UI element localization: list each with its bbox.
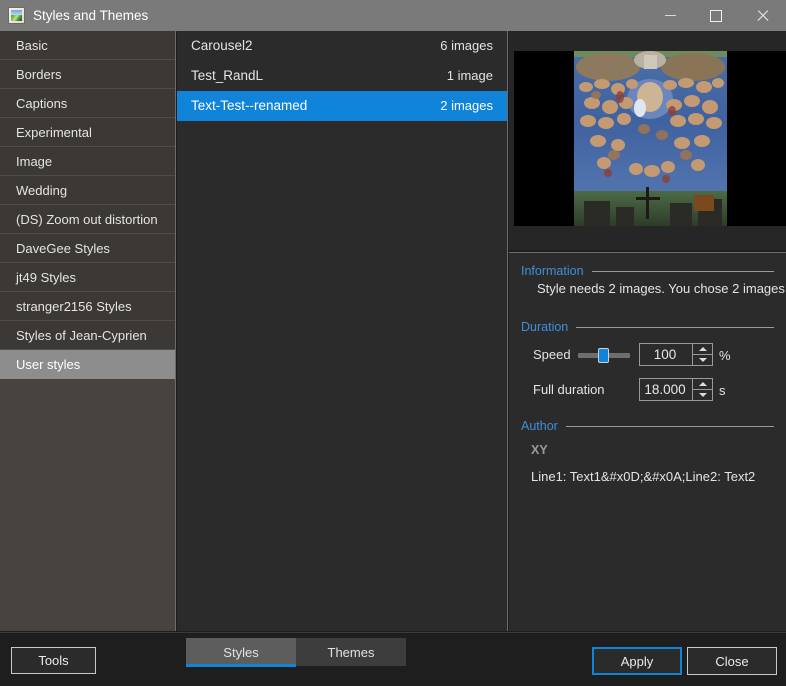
- style-name: Test_RandL: [191, 68, 264, 83]
- chevron-up-icon: [698, 382, 707, 386]
- author-title: Author: [521, 419, 558, 433]
- full-duration-stepper[interactable]: [692, 379, 712, 400]
- sidebar-item-label: DaveGee Styles: [16, 241, 110, 256]
- speed-increment-button[interactable]: [693, 344, 712, 355]
- footer-bar: Tools Styles Themes Apply Close: [0, 632, 786, 686]
- sidebar-item-label: Wedding: [16, 183, 68, 198]
- full-duration-spinbox[interactable]: 18.000: [639, 378, 713, 401]
- preview-image: [574, 51, 727, 226]
- maximize-icon: [710, 9, 722, 22]
- category-sidebar: Basic Borders Captions Experimental Imag…: [0, 31, 176, 631]
- sidebar-item-borders[interactable]: Borders: [0, 60, 175, 89]
- sidebar-item-basic[interactable]: Basic: [0, 31, 175, 60]
- style-name: Carousel2: [191, 38, 253, 53]
- speed-unit: %: [719, 348, 731, 363]
- close-button[interactable]: Close: [687, 647, 777, 675]
- tab-styles[interactable]: Styles: [186, 638, 296, 666]
- tools-button[interactable]: Tools: [11, 647, 96, 674]
- style-image-count: 1 image: [446, 68, 493, 83]
- duration-title: Duration: [521, 320, 569, 334]
- sidebar-item-label: User styles: [16, 357, 81, 372]
- view-tabs: Styles Themes: [186, 638, 506, 667]
- styles-and-themes-window: Styles and Themes Basic Borders Captions…: [0, 0, 786, 686]
- sidebar-item-label: (DS) Zoom out distortion: [16, 212, 158, 227]
- full-duration-increment-button[interactable]: [693, 379, 712, 390]
- sidebar-item-image[interactable]: Image: [0, 147, 175, 176]
- sidebar-item-label: Experimental: [16, 125, 92, 140]
- maximize-button[interactable]: [693, 0, 739, 31]
- sidebar-item-jt49-styles[interactable]: jt49 Styles: [0, 263, 175, 292]
- apply-button[interactable]: Apply: [592, 647, 682, 675]
- tab-styles-label: Styles: [223, 644, 259, 660]
- sidebar-item-experimental[interactable]: Experimental: [0, 118, 175, 147]
- tab-themes[interactable]: Themes: [296, 638, 406, 666]
- author-name: XY: [531, 443, 548, 457]
- sidebar-item-user-styles[interactable]: User styles: [0, 350, 175, 379]
- chevron-down-icon: [698, 358, 707, 362]
- sidebar-item-label: Captions: [16, 96, 68, 111]
- speed-spinbox[interactable]: 100: [639, 343, 713, 366]
- section-rule: [591, 270, 774, 272]
- sidebar-item-label: jt49 Styles: [16, 270, 76, 285]
- sidebar-item-label: stranger2156 Styles: [16, 299, 132, 314]
- minimize-button[interactable]: [647, 0, 693, 31]
- minimize-icon: [664, 15, 676, 16]
- author-description: Line1: Text1&#x0D;&#x0A;Line2: Text2: [531, 469, 756, 484]
- full-duration-label: Full duration: [533, 382, 605, 397]
- active-tab-indicator: [186, 664, 296, 667]
- close-button-label: Close: [715, 653, 749, 669]
- section-rule: [565, 425, 774, 427]
- sidebar-item-label: Image: [16, 154, 53, 169]
- fresco-artwork-icon: [574, 51, 727, 226]
- window-title: Styles and Themes: [33, 8, 149, 23]
- preview-canvas: [514, 51, 786, 226]
- list-item-selected[interactable]: Text-Test--renamed 2 images: [177, 91, 507, 121]
- sidebar-item-stranger2156-styles[interactable]: stranger2156 Styles: [0, 292, 175, 321]
- full-duration-value[interactable]: 18.000: [640, 382, 692, 397]
- section-rule: [576, 326, 774, 328]
- chevron-down-icon: [698, 393, 707, 397]
- information-title: Information: [521, 264, 584, 278]
- speed-slider-handle[interactable]: [598, 348, 609, 363]
- close-window-button[interactable]: [739, 0, 785, 31]
- apply-button-label: Apply: [620, 653, 654, 669]
- style-image-count: 2 images: [440, 98, 493, 113]
- sidebar-item-ds-zoom-out-distortion[interactable]: (DS) Zoom out distortion: [0, 205, 175, 234]
- preview-panel: [509, 31, 786, 279]
- sidebar-item-captions[interactable]: Captions: [0, 89, 175, 118]
- sidebar-item-wedding[interactable]: Wedding: [0, 176, 175, 205]
- close-icon: [756, 9, 769, 22]
- title-bar: Styles and Themes: [0, 0, 786, 31]
- speed-slider[interactable]: [578, 348, 630, 363]
- sidebar-item-label: Basic: [16, 38, 48, 53]
- speed-value[interactable]: 100: [640, 347, 692, 362]
- author-group: Author: [509, 418, 786, 434]
- duration-group: Duration: [509, 319, 786, 335]
- full-duration-decrement-button[interactable]: [693, 390, 712, 400]
- style-image-count: 6 images: [440, 38, 493, 53]
- sidebar-item-label: Styles of Jean-Cyprien: [16, 328, 147, 343]
- sidebar-item-styles-of-jean-cyprien[interactable]: Styles of Jean-Cyprien: [0, 321, 175, 350]
- speed-decrement-button[interactable]: [693, 355, 712, 365]
- information-group: Information: [509, 263, 786, 279]
- sidebar-item-davegee-styles[interactable]: DaveGee Styles: [0, 234, 175, 263]
- app-picture-icon: [8, 7, 25, 24]
- chevron-up-icon: [698, 347, 707, 351]
- information-text: Style needs 2 images. You chose 2 images: [537, 281, 785, 296]
- tab-themes-label: Themes: [327, 644, 375, 660]
- full-duration-unit: s: [719, 383, 726, 398]
- style-list-panel: Carousel2 6 images Test_RandL 1 image Te…: [177, 31, 508, 631]
- list-item[interactable]: Test_RandL 1 image: [177, 61, 507, 91]
- speed-label: Speed: [533, 347, 571, 362]
- list-item[interactable]: Carousel2 6 images: [177, 31, 507, 61]
- style-name: Text-Test--renamed: [191, 98, 308, 113]
- sidebar-item-label: Borders: [16, 67, 62, 82]
- detail-panel: Information Style needs 2 images. You ch…: [509, 253, 786, 631]
- speed-stepper[interactable]: [692, 344, 712, 365]
- tools-button-label: Tools: [38, 653, 69, 668]
- style-list-scrollbar[interactable]: [496, 31, 507, 631]
